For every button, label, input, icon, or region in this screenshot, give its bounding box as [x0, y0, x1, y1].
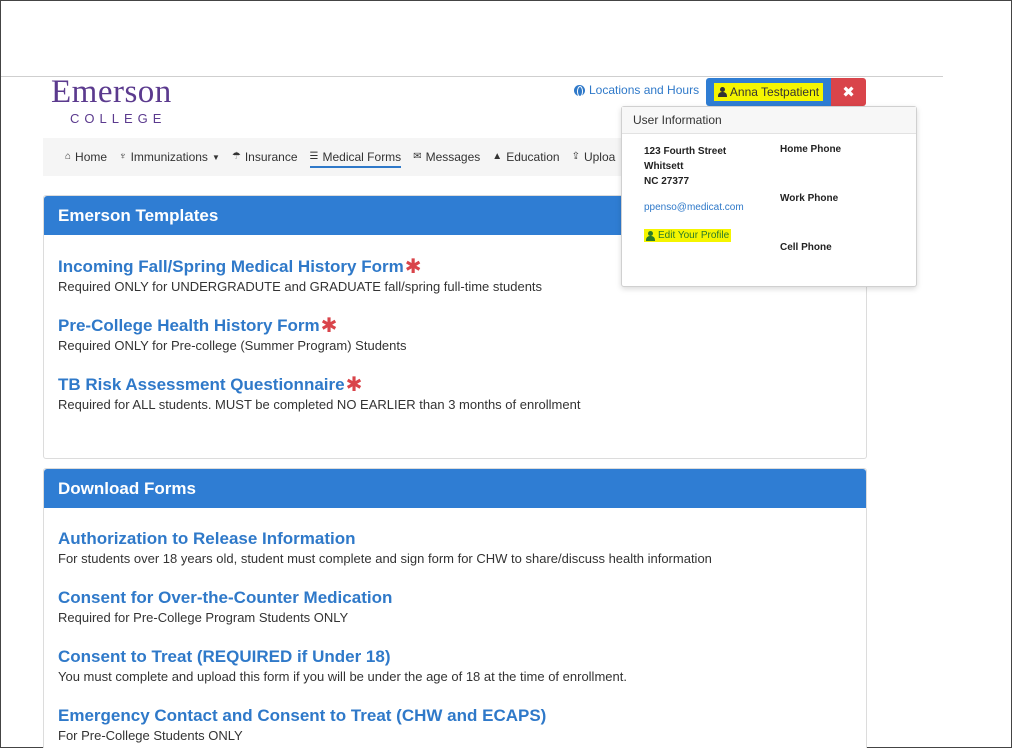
home-phone-label: Home Phone [780, 144, 842, 155]
nav-label: Immunizations [130, 150, 208, 164]
form-link-label: Pre-College Health History Form [58, 316, 320, 335]
list-item: Emergency Contact and Consent to Treat (… [44, 706, 866, 743]
user-menu-label-wrap: Anna Testpatient [713, 83, 824, 101]
form-description: Required for Pre-College Program Student… [58, 610, 349, 625]
cell-phone-label: Cell Phone [780, 242, 832, 253]
main-nav: ⌂ Home ♆ Immunizations ▼ ☂ Insurance ☰ M… [43, 138, 633, 176]
form-description: Required for ALL students. MUST be compl… [58, 397, 581, 412]
nav-label: Messages [425, 150, 481, 164]
syringe-icon: ♆ [119, 151, 127, 162]
list-item: Pre-College Health History Form ✱ Require… [44, 316, 866, 353]
locations-hours-link[interactable]: Locations and Hours [574, 83, 699, 97]
bell-icon: ▲ [492, 151, 503, 162]
nav-label: Uploa [583, 150, 616, 164]
logo-main-text: Emerson [51, 74, 172, 110]
user-icon [717, 87, 727, 97]
downloads-heading: Download Forms [44, 469, 866, 508]
required-asterisk-icon: ✱ [320, 315, 338, 337]
form-description: For students over 18 years old, student … [58, 551, 712, 566]
umbrella-icon: ☂ [231, 151, 241, 162]
list-item: Consent to Treat (REQUIRED if Under 18) … [44, 647, 866, 684]
address-line: NC 27377 [644, 176, 690, 187]
emerson-logo[interactable]: Emerson COLLEGE [51, 75, 172, 126]
form-link-label: TB Risk Assessment Questionnaire [58, 375, 345, 394]
address: 123 Fourth Street Whitsett NC 27377 [644, 144, 726, 189]
user-icon [646, 230, 655, 241]
email-link[interactable]: ppenso@medicat.com [644, 202, 744, 213]
close-button[interactable]: ✖ [831, 78, 866, 106]
list-item: Authorization to Release Information For… [44, 529, 866, 566]
nav-label: Insurance [244, 150, 298, 164]
popover-title: User Information [622, 107, 916, 134]
user-name: Anna Testpatient [729, 85, 820, 99]
nav-label: Home [75, 150, 108, 164]
list-icon: ☰ [309, 151, 319, 162]
caret-down-icon: ▼ [211, 152, 220, 162]
form-link[interactable]: Emergency Contact and Consent to Treat (… [58, 706, 866, 726]
address-line: 123 Fourth Street [644, 146, 727, 157]
nav-item-medical-forms[interactable]: ☰ Medical Forms [309, 150, 402, 168]
nav-item-messages[interactable]: ✉ Messages [413, 150, 480, 164]
nav-item-immunizations[interactable]: ♆ Immunizations ▼ [119, 150, 220, 164]
work-phone-label: Work Phone [780, 193, 839, 204]
nav-label: Medical Forms [322, 150, 402, 164]
downloads-panel: Download Forms Authorization to Release … [43, 468, 867, 748]
form-link[interactable]: Pre-College Health History Form ✱ [58, 316, 866, 336]
list-item: TB Risk Assessment Questionnaire ✱ Requir… [44, 375, 866, 412]
nav-item-upload[interactable]: ⇪ Uploa [572, 150, 616, 164]
user-info-popover: User Information 123 Fourth Street Whits… [621, 106, 917, 287]
envelope-icon: ✉ [413, 151, 422, 162]
nav-item-home[interactable]: ⌂ Home [65, 150, 107, 164]
form-link-label: Incoming Fall/Spring Medical History For… [58, 257, 404, 276]
nav-label: Education [506, 150, 560, 164]
logo-sub-text: COLLEGE [70, 111, 167, 126]
form-description: Required ONLY for Pre-college (Summer Pr… [58, 338, 407, 353]
nav-item-education[interactable]: ▲ Education [492, 150, 559, 164]
nav-item-insurance[interactable]: ☂ Insurance [232, 150, 298, 164]
locations-hours-label: Locations and Hours [589, 83, 700, 97]
address-line: Whitsett [644, 161, 684, 172]
user-menu-button[interactable]: Anna Testpatient [706, 78, 831, 106]
edit-profile-label: Edit Your Profile [658, 230, 730, 241]
form-description: For Pre-College Students ONLY [58, 728, 243, 743]
upload-icon: ⇪ [571, 151, 580, 162]
form-link[interactable]: Consent to Treat (REQUIRED if Under 18) [58, 647, 866, 667]
form-link[interactable]: Consent for Over-the-Counter Medication [58, 588, 866, 608]
required-asterisk-icon: ✱ [345, 374, 363, 396]
globe-icon [574, 84, 585, 97]
edit-profile-link[interactable]: Edit Your Profile [644, 229, 732, 242]
form-link[interactable]: Authorization to Release Information [58, 529, 866, 549]
required-asterisk-icon: ✱ [404, 256, 422, 278]
form-description: You must complete and upload this form i… [58, 669, 627, 684]
list-item: Consent for Over-the-Counter Medication … [44, 588, 866, 625]
form-link[interactable]: TB Risk Assessment Questionnaire ✱ [58, 375, 866, 395]
home-icon: ⌂ [65, 151, 72, 162]
